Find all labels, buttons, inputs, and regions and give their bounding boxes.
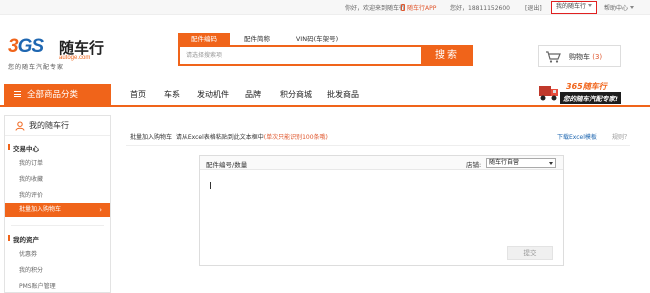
- sidebar-item-orders[interactable]: 我的订单: [19, 158, 43, 167]
- banner-tagline: 您的随车汽配专家!: [560, 92, 621, 104]
- nav-series[interactable]: 车系: [164, 89, 180, 100]
- nav-points-mall[interactable]: 积分商城: [280, 89, 312, 100]
- sidebar-item-reviews[interactable]: 我的评价: [19, 190, 43, 199]
- logo-mark: 3GS: [8, 36, 44, 57]
- sidebar-item-batch-cart[interactable]: 批量加入购物车 ›: [5, 203, 110, 217]
- sidebar-item-points[interactable]: 我的积分: [19, 265, 43, 274]
- tab-vin[interactable]: VIN码(车架号): [282, 33, 352, 45]
- cart-icon: [546, 51, 561, 63]
- promo-banner[interactable]: 365随车行 您的随车汽配专家!: [536, 78, 650, 105]
- chevron-down-icon: [588, 4, 592, 7]
- nav-underline: [0, 105, 650, 107]
- logo-slogan: 您的随车汽配专家: [8, 64, 65, 71]
- chevron-right-icon: ›: [99, 206, 102, 214]
- divider: [126, 145, 630, 146]
- store-select[interactable]: 随车行自营: [486, 158, 556, 168]
- logo-domain: autoge.com: [59, 55, 91, 61]
- store-label: 店铺:: [466, 161, 482, 169]
- account-sidebar: 我的随车行 交易中心 我的订单 我的收藏 我的评价 批量加入购物车 › 我的资产…: [4, 115, 111, 293]
- search-button[interactable]: 搜索: [421, 45, 473, 66]
- truck-icon: [539, 86, 558, 101]
- cart-label: 购物车: [569, 53, 590, 61]
- page-instruction: 批量加入购物车 请从Excel表格粘贴到此文本框中(单次只能识别100条哦): [130, 132, 328, 141]
- submit-button[interactable]: 提交: [507, 246, 553, 260]
- sidebar-item-favorites[interactable]: 我的收藏: [19, 174, 43, 183]
- help-center-link[interactable]: 帮助中心: [604, 3, 635, 12]
- menu-icon: [14, 91, 21, 97]
- phone-icon: [401, 4, 405, 11]
- sidebar-divider: [11, 225, 104, 226]
- rules-link[interactable]: 规则？: [612, 132, 630, 141]
- app-download-link[interactable]: 随车行APP: [401, 3, 436, 12]
- logout-link[interactable]: [退出]: [525, 3, 542, 12]
- tab-part-code[interactable]: 配件编码: [178, 33, 230, 45]
- sidebar-item-coupons[interactable]: 优惠券: [19, 249, 37, 258]
- sidebar-item-pms-account[interactable]: PMS账户管理: [19, 281, 56, 290]
- banner-brand: 365随车行: [566, 82, 607, 91]
- welcome-text: 你好，欢迎来到随车行: [345, 5, 406, 12]
- top-bar: 你好，欢迎来到随车行 随车行APP 您好，18811152600 [退出] 我的…: [0, 0, 650, 15]
- text-cursor: [210, 182, 211, 189]
- user-greeting: 您好，18811152600: [450, 5, 510, 12]
- sidebar-section-assets: 我的资产: [8, 235, 39, 244]
- all-categories-button[interactable]: 全部商品分类: [4, 84, 111, 107]
- site-logo[interactable]: 3GS 随车行 autoge.com 您的随车汽配专家: [8, 36, 118, 71]
- nav-brand[interactable]: 品牌: [245, 89, 261, 100]
- my-account-menu[interactable]: 我的随车行: [551, 1, 597, 14]
- limit-hint: (单次只能识别100条哦): [263, 134, 328, 141]
- page-title: 批量加入购物车: [130, 134, 173, 141]
- tab-part-name[interactable]: 配件简称: [236, 33, 278, 45]
- parts-textarea[interactable]: [206, 175, 556, 243]
- column-label: 配件编号/数量: [206, 161, 248, 169]
- sidebar-title: 我的随车行: [5, 116, 110, 136]
- sidebar-section-trade: 交易中心: [8, 144, 39, 153]
- cart-button[interactable]: 购物车 (3): [538, 45, 621, 67]
- cart-count: (3): [592, 53, 603, 61]
- search-input[interactable]: 请选择搜索项: [178, 45, 421, 66]
- nav-engine-parts[interactable]: 发动机件: [197, 89, 229, 100]
- download-template-link[interactable]: 下载Excel模板: [557, 132, 597, 141]
- user-icon: [15, 121, 25, 131]
- panel-header: 配件编号/数量 店铺: 随车行自营: [200, 156, 563, 170]
- chevron-down-icon: [549, 162, 553, 165]
- nav-wholesale[interactable]: 批发商品: [327, 89, 359, 100]
- instruction-text: 请从Excel表格粘贴到此文本框中: [175, 134, 264, 141]
- chevron-down-icon: [630, 6, 635, 9]
- nav-home[interactable]: 首页: [130, 89, 146, 100]
- batch-input-panel: 配件编号/数量 店铺: 随车行自营 提交: [199, 155, 564, 266]
